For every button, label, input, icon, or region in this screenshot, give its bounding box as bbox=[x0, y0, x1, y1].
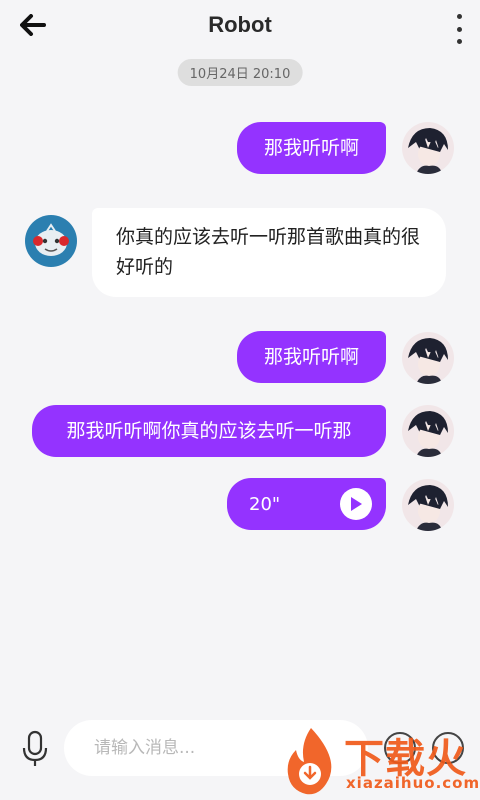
play-button[interactable] bbox=[340, 488, 372, 520]
flame-logo-icon bbox=[287, 728, 332, 795]
message-bubble-outgoing[interactable]: 那我听听啊 bbox=[237, 331, 386, 383]
message-bubble-outgoing[interactable]: 那我听听啊你真的应该去听一听那 bbox=[32, 405, 386, 457]
microphone-icon bbox=[22, 730, 48, 766]
user-avatar[interactable] bbox=[402, 405, 454, 457]
user-avatar[interactable] bbox=[402, 479, 454, 531]
message-bubble-incoming[interactable]: 你真的应该去听一听那首歌曲真的很好听的 bbox=[92, 208, 446, 297]
voice-duration: 20" bbox=[249, 493, 281, 515]
watermark-domain: xiazaihuo.com bbox=[346, 774, 480, 792]
voice-message-bubble[interactable]: 20" bbox=[227, 478, 386, 530]
message-text: 那我听听啊你真的应该去听一听那 bbox=[66, 420, 352, 442]
user-avatar[interactable] bbox=[402, 122, 454, 174]
play-icon bbox=[351, 497, 362, 511]
more-button[interactable] bbox=[452, 14, 466, 44]
user-avatar[interactable] bbox=[402, 332, 454, 384]
header: Robot bbox=[0, 0, 480, 52]
message-text: 那我听听啊 bbox=[263, 346, 359, 368]
message-text: 你真的应该去听一听那首歌曲真的很好听的 bbox=[116, 226, 421, 278]
more-vertical-icon bbox=[456, 14, 462, 19]
page-title: Robot bbox=[208, 12, 272, 37]
timestamp-badge: 10月24日 20:10 bbox=[177, 59, 303, 86]
message-text: 那我听听啊 bbox=[263, 137, 359, 159]
robot-avatar[interactable] bbox=[25, 215, 77, 267]
message-bubble-outgoing[interactable]: 那我听听啊 bbox=[237, 122, 386, 174]
voice-input-button[interactable] bbox=[20, 730, 50, 768]
watermark: 下载火 xiazaihuo.com bbox=[280, 722, 480, 800]
